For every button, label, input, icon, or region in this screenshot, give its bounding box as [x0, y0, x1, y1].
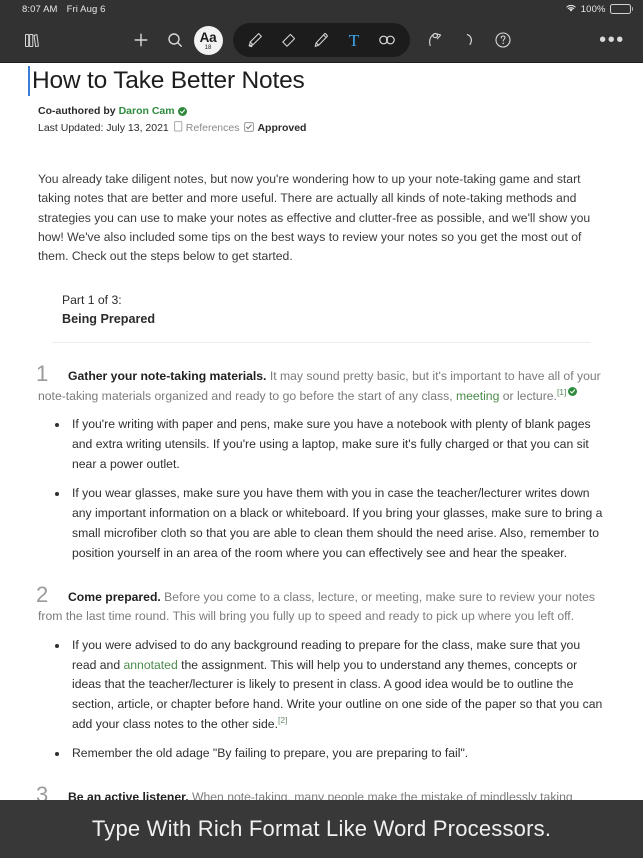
more-options-button[interactable]: •••: [595, 23, 629, 57]
text-tool-icon[interactable]: T: [338, 25, 371, 55]
text-cursor: [28, 66, 30, 96]
document-icon: [173, 121, 183, 135]
list-item: Remember the old adage "By failing to pr…: [50, 744, 605, 764]
lasso-loop-icon[interactable]: [371, 25, 404, 55]
page-title: How to Take Better Notes: [32, 67, 305, 94]
status-bar-left: 8:07 AM Fri Aug 6: [22, 4, 105, 15]
step-text: Come prepared. Before you come to a clas…: [38, 588, 605, 627]
list-item: If you're writing with paper and pens, m…: [50, 415, 605, 475]
step-heading: Gather your note-taking materials.: [68, 369, 267, 384]
font-button-label: Aa: [199, 29, 217, 45]
author-name[interactable]: Daron Cam: [119, 105, 175, 117]
font-size-value: 18: [204, 44, 212, 51]
promo-caption-bar: Type With Rich Format Like Word Processo…: [0, 800, 643, 858]
byline: Co-authored by Daron Cam: [38, 105, 615, 117]
section-divider: [52, 342, 591, 344]
pen-icon[interactable]: [305, 25, 338, 55]
step-heading: Come prepared.: [68, 589, 161, 604]
text-tool-label: T: [348, 30, 360, 50]
search-icon[interactable]: [158, 23, 192, 57]
library-books-icon[interactable]: [14, 23, 48, 57]
reference-marker[interactable]: [1]: [557, 387, 566, 397]
eraser-icon[interactable]: [272, 25, 305, 55]
step-text-part2: or lecture.: [499, 388, 557, 403]
intro-paragraph: You already take diligent notes, but now…: [38, 172, 591, 264]
list-item: If you wear glasses, make sure you have …: [50, 484, 605, 564]
promo-caption-text: Type With Rich Format Like Word Processo…: [91, 816, 552, 841]
references-chip[interactable]: References: [173, 121, 240, 135]
byline-prefix: Co-authored by: [38, 105, 116, 117]
step-number: 2: [36, 581, 49, 607]
drawing-tool-group: T: [232, 23, 410, 57]
inline-link[interactable]: annotated: [124, 658, 178, 672]
wifi-icon: [565, 3, 577, 16]
approved-label: Approved: [257, 122, 307, 134]
app-root: 8:07 AM Fri Aug 6 100% Aa 18 T ••• How t…: [0, 0, 643, 858]
step-bullet-list: If you're writing with paper and pens, m…: [50, 415, 605, 563]
checkbox-checked-icon: [244, 121, 255, 135]
part-label: Part 1 of 3:: [62, 293, 122, 308]
status-date: Fri Aug 6: [66, 3, 106, 15]
battery-icon: [609, 4, 633, 14]
reference-marker[interactable]: [2]: [278, 715, 287, 725]
document-meta: Last Updated: July 13, 2021 References A…: [38, 121, 615, 135]
step-item: 2 Come prepared. Before you come to a cl…: [28, 583, 615, 764]
step-text: Gather your note-taking materials. It ma…: [38, 367, 605, 406]
status-bar: 8:07 AM Fri Aug 6 100%: [0, 0, 643, 18]
add-note-button[interactable]: [124, 23, 158, 57]
approved-chip[interactable]: Approved: [244, 121, 307, 135]
undo-arrow-icon[interactable]: [452, 23, 486, 57]
last-updated-text: Last Updated: July 13, 2021: [38, 122, 169, 134]
inline-link[interactable]: meeting: [456, 389, 499, 403]
step-number: 1: [36, 361, 49, 387]
font-size-button[interactable]: Aa 18: [193, 25, 223, 55]
document-canvas[interactable]: How to Take Better Notes Co-authored by …: [0, 63, 643, 858]
step-bullet-list: If you were advised to do any background…: [50, 636, 605, 764]
references-label: References: [185, 122, 240, 134]
status-time: 8:07 AM: [22, 3, 58, 15]
document-title-row[interactable]: How to Take Better Notes: [28, 66, 615, 96]
pointer-arrow-icon[interactable]: [418, 23, 452, 57]
part-title: Being Prepared: [62, 312, 156, 327]
status-bar-right: 100%: [565, 3, 633, 16]
help-circle-icon[interactable]: [486, 23, 520, 57]
part-heading: Part 1 of 3: Being Prepared: [62, 292, 615, 328]
reference-verified-icon: [568, 386, 578, 396]
verified-check-icon: [177, 106, 187, 116]
highlighter-icon[interactable]: [239, 25, 272, 55]
step-item: 1 Gather your note-taking materials. It …: [28, 363, 615, 563]
main-toolbar: Aa 18 T •••: [0, 18, 643, 63]
battery-percent: 100%: [580, 3, 606, 15]
list-item: If you were advised to do any background…: [50, 636, 605, 735]
